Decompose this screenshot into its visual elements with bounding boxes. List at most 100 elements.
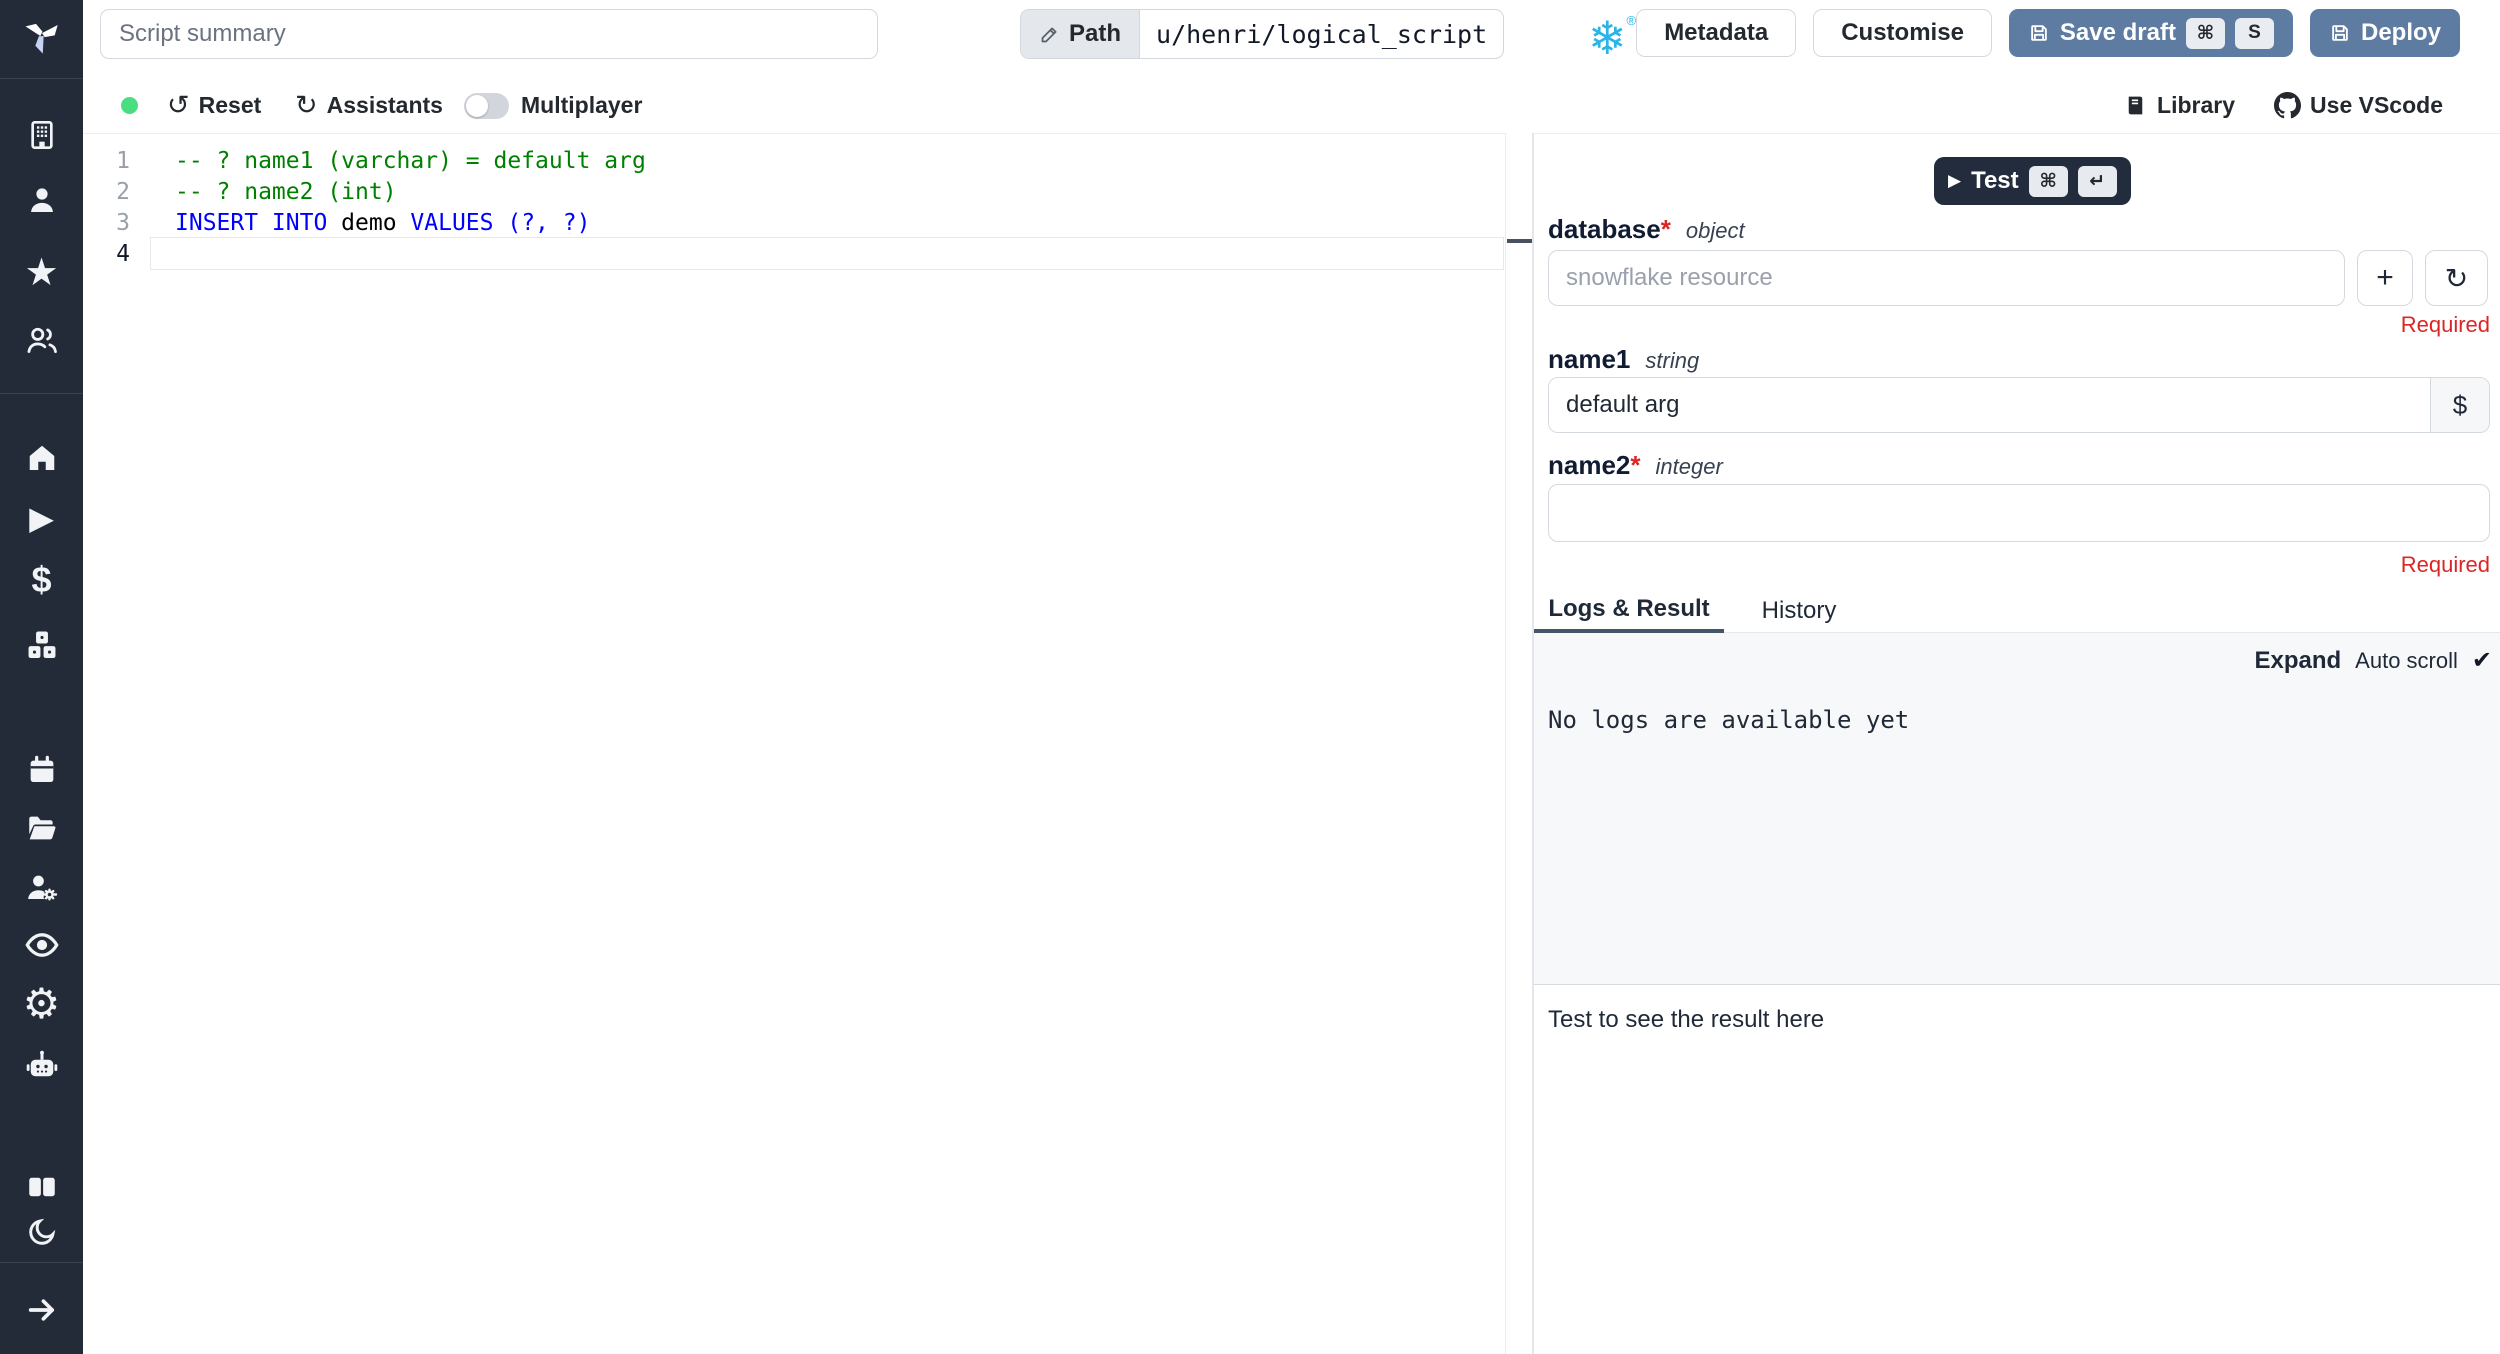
code-line[interactable]: 3 INSERT INTO demo VALUES (?, ?): [83, 208, 1505, 239]
required-star: *: [1660, 214, 1671, 244]
path-value: u/henri/logical_script: [1156, 19, 1488, 49]
library-label: Library: [2157, 92, 2235, 118]
code-line[interactable]: 4: [83, 239, 1505, 270]
line-number: 3: [116, 210, 130, 236]
pencil-icon: [1041, 27, 1057, 42]
sidebar: ★ ▶ $ ⚙: [0, 0, 83, 1354]
library-button[interactable]: Library: [2123, 78, 2235, 133]
field-type: integer: [1655, 454, 1723, 479]
sidebar-item-folders[interactable]: [0, 804, 83, 852]
assistants-button[interactable]: ↻ Assistants: [295, 78, 443, 133]
sidebar-divider: [0, 1262, 83, 1263]
cursor-position-marker: [1507, 239, 1532, 243]
save-draft-label: Save draft: [2059, 19, 2176, 46]
sql-params: (?, ?): [493, 210, 591, 236]
sql-identifier: demo: [327, 210, 411, 236]
calendar-icon: [30, 755, 53, 782]
editor-overview-ruler: [1505, 133, 1533, 1354]
required-message: Required: [2400, 552, 2490, 577]
field-label-name1: name1 string: [1548, 344, 1700, 374]
arrow-right-icon: [28, 1299, 54, 1321]
result-tabs: Logs & Result History: [1534, 588, 2500, 633]
users-icon: [27, 327, 57, 354]
path-editor[interactable]: Path u/henri/logical_script: [1020, 9, 1505, 59]
use-vscode-button[interactable]: Use VScode: [2274, 78, 2443, 133]
sidebar-item-settings[interactable]: ⚙: [0, 979, 83, 1027]
customise-label: Customise: [1841, 19, 1964, 46]
sql-comment: -- ? name1 (varchar) = default arg: [175, 148, 646, 174]
save-icon: [2031, 25, 2047, 41]
sql-comment: -- ? name2 (int): [175, 179, 397, 205]
tab-history[interactable]: History: [1724, 588, 1874, 633]
building-icon: [30, 121, 53, 149]
sidebar-expand-button[interactable]: [0, 1286, 83, 1334]
test-button[interactable]: ▶ Test ⌘ ↵: [1934, 157, 2131, 205]
star-icon: ★: [24, 251, 59, 294]
play-icon: ▶: [1948, 171, 1962, 190]
sidebar-item-favorites[interactable]: ★: [0, 248, 83, 296]
field-label-database: database* object: [1548, 214, 1745, 244]
deploy-button[interactable]: Deploy: [2309, 9, 2460, 57]
line-number-active: 4: [116, 241, 130, 267]
field-label-name2: name2* integer: [1548, 450, 1723, 480]
save-icon: [2332, 25, 2348, 41]
book-icon: [2128, 96, 2143, 115]
sidebar-item-workspace[interactable]: [0, 111, 83, 159]
book-open-icon: [28, 1177, 55, 1197]
sidebar-item-user[interactable]: [0, 176, 83, 224]
tab-logs-result[interactable]: Logs & Result: [1534, 588, 1724, 633]
kbd-enter: ↵: [2077, 165, 2117, 197]
sidebar-item-runs[interactable]: ▶: [0, 494, 83, 542]
sql-keyword: VALUES: [410, 210, 494, 236]
metadata-label: Metadata: [1664, 19, 1769, 46]
dollar-icon: $: [31, 559, 52, 600]
path-label: Path: [1069, 20, 1122, 47]
user-icon: [30, 188, 53, 212]
plus-icon: +: [2376, 261, 2394, 294]
autoscroll-checkbox[interactable]: ✔: [2472, 646, 2492, 675]
logs-empty-message: No logs are available yet: [1548, 706, 1910, 734]
required-message: Required: [2400, 312, 2490, 337]
sidebar-item-audit-logs[interactable]: [0, 921, 83, 969]
code-line[interactable]: 1 -- ? name1 (varchar) = default arg: [83, 146, 1505, 177]
sidebar-divider: [0, 393, 83, 394]
script-summary-input[interactable]: [100, 9, 878, 59]
name1-input[interactable]: [1549, 378, 2430, 432]
metadata-button[interactable]: Metadata: [1636, 9, 1797, 57]
kbd-command: ⌘: [2028, 165, 2068, 197]
topbar: Path u/henri/logical_script ❄® Metadata …: [83, 0, 2500, 79]
robot-icon: [26, 1050, 57, 1077]
sidebar-item-dark-mode[interactable]: [0, 1208, 83, 1256]
windmill-logo-icon: [25, 23, 58, 54]
cubes-icon: [28, 631, 55, 659]
name1-input-wrap: $: [1548, 377, 2490, 433]
sql-keyword: INSERT INTO: [175, 210, 328, 236]
refresh-resource-button[interactable]: ↻: [2425, 250, 2488, 306]
sidebar-item-variables[interactable]: $: [0, 556, 83, 604]
path-edit-button[interactable]: Path: [1021, 10, 1141, 58]
expand-button[interactable]: Expand: [2254, 647, 2341, 675]
customise-button[interactable]: Customise: [1813, 9, 1992, 57]
variable-picker-button[interactable]: $: [2430, 378, 2489, 432]
save-draft-button[interactable]: Save draft ⌘ S: [2008, 9, 2293, 57]
sidebar-item-workers[interactable]: [0, 863, 83, 911]
sidebar-item-resources[interactable]: [0, 621, 83, 669]
add-resource-button[interactable]: +: [2357, 250, 2413, 306]
rotate-cw-icon: ↻: [2444, 262, 2469, 294]
code-line[interactable]: 2 -- ? name2 (int): [83, 177, 1505, 208]
home-icon: [29, 445, 54, 470]
name2-input[interactable]: [1548, 484, 2490, 542]
sidebar-item-groups[interactable]: [0, 316, 83, 364]
sidebar-divider: [0, 78, 83, 79]
sidebar-item-home[interactable]: [0, 434, 83, 482]
assistants-label: Assistants: [326, 92, 443, 118]
sidebar-item-schedules[interactable]: [0, 746, 83, 794]
windmill-logo[interactable]: [0, 11, 83, 59]
sidebar-item-ai[interactable]: [0, 1041, 83, 1089]
sidebar-item-docs[interactable]: [0, 1163, 83, 1211]
kbd-command: ⌘: [2185, 17, 2225, 49]
rotate-ccw-icon: ↺: [167, 90, 190, 120]
multiplayer-toggle[interactable]: [464, 93, 509, 119]
reset-button[interactable]: ↺ Reset: [167, 78, 261, 133]
database-resource-input[interactable]: [1548, 250, 2345, 306]
